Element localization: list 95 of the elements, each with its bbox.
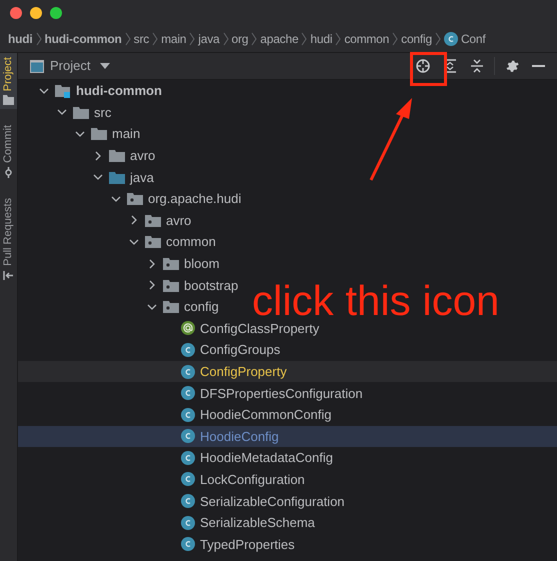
class-icon [444, 32, 458, 46]
tree-item[interactable]: main [112, 126, 140, 142]
separator-icon [124, 32, 131, 46]
folder-icon [73, 106, 89, 119]
breadcrumb-item[interactable]: hudi-common [44, 30, 122, 48]
class-icon [181, 408, 195, 422]
chevron-icon[interactable] [147, 280, 157, 290]
breadcrumb-item[interactable]: common [344, 30, 390, 48]
close-button[interactable] [10, 6, 22, 18]
tree-item[interactable]: HoodieMetadataConfig [200, 450, 333, 466]
side-tab[interactable]: Project [0, 53, 17, 110]
class-icon [181, 429, 195, 444]
class-icon [181, 364, 195, 379]
separator-icon [222, 32, 228, 46]
tree-item[interactable]: src [94, 104, 112, 120]
chevron-icon[interactable] [129, 236, 139, 247]
dropdown-icon[interactable] [100, 63, 110, 69]
separator-icon [36, 32, 42, 46]
annotation-type-icon [181, 321, 195, 336]
folder-icon [91, 127, 107, 140]
chevron-icon[interactable] [39, 86, 49, 96]
separator-icon [301, 32, 308, 46]
tree-item[interactable]: ConfigProperty [200, 364, 287, 380]
package-icon [163, 300, 179, 314]
chevron-icon[interactable] [147, 302, 157, 312]
crosshair-icon [416, 59, 430, 73]
tree-item[interactable]: avro [130, 148, 156, 164]
settings-icon [505, 59, 519, 73]
chevron-icon[interactable] [147, 258, 157, 269]
breadcrumb-item[interactable]: Conf [460, 30, 486, 48]
annotation-text: click this icon [252, 280, 500, 322]
chevron-icon[interactable] [93, 172, 103, 182]
side-tab[interactable]: Pull Requests [0, 194, 17, 286]
separator-icon [434, 32, 441, 46]
tree-item[interactable]: bootstrap [184, 278, 238, 293]
commit-icon [3, 167, 14, 178]
tree-item[interactable]: ConfigGroups [200, 342, 280, 358]
tree-item[interactable]: hudi-common [76, 83, 162, 98]
tree-item[interactable]: config [184, 299, 219, 314]
folder-icon [3, 95, 14, 106]
tree-item[interactable]: bloom [184, 256, 220, 272]
tree-item[interactable]: org.apache.hudi [148, 191, 242, 206]
package-icon [163, 278, 179, 292]
class-icon [181, 494, 195, 508]
tree-item[interactable]: avro [166, 212, 192, 228]
module-folder-icon [55, 84, 71, 98]
class-icon [181, 537, 195, 552]
separator-icon [152, 32, 158, 46]
chevron-icon[interactable] [93, 150, 103, 161]
breadcrumb-item[interactable]: src [134, 30, 150, 48]
minimize-icon [532, 65, 544, 67]
class-icon [181, 516, 195, 530]
package-icon [127, 192, 143, 206]
class-icon [181, 342, 195, 357]
pull-request-icon [3, 270, 14, 282]
breadcrumb-item[interactable]: java [198, 30, 220, 48]
package-icon [145, 235, 161, 248]
separator-icon [335, 32, 342, 46]
breadcrumb-item[interactable]: hudi [8, 30, 33, 48]
class-icon [181, 472, 195, 486]
breadcrumb-item[interactable]: main [161, 30, 186, 48]
chevron-icon[interactable] [57, 107, 67, 118]
breadcrumb-item[interactable]: config [401, 30, 432, 48]
tree-item[interactable]: DFSPropertiesConfiguration [200, 386, 363, 401]
tree-item[interactable]: ConfigClassProperty [200, 320, 320, 336]
tree-item[interactable]: SerializableConfiguration [200, 494, 345, 509]
side-tab[interactable]: Commit [0, 121, 17, 182]
tree-item[interactable]: common [166, 234, 216, 250]
chevron-icon[interactable] [129, 215, 139, 226]
tree-item[interactable]: TypedProperties [200, 536, 295, 552]
folder-icon [109, 170, 125, 184]
separator-icon [189, 32, 196, 46]
panel-title[interactable]: Project [50, 56, 90, 76]
chevron-icon[interactable] [111, 194, 121, 204]
package-icon [145, 214, 161, 227]
zoom-button[interactable] [50, 6, 62, 18]
breadcrumb-item[interactable]: hudi [310, 30, 332, 48]
minimize-button[interactable] [30, 6, 42, 18]
package-icon [163, 257, 179, 270]
collapse-all-icon [470, 59, 484, 73]
class-icon [181, 386, 195, 400]
breadcrumb-item[interactable]: apache [260, 30, 298, 48]
tree-item[interactable]: LockConfiguration [200, 472, 305, 487]
highlight-rectangle [410, 52, 447, 86]
tree-item[interactable]: HoodieConfig [200, 428, 279, 444]
tree-item[interactable]: HoodieCommonConfig [200, 407, 332, 422]
chevron-icon[interactable] [75, 128, 85, 139]
class-icon [181, 450, 195, 465]
tree-item[interactable]: SerializableSchema [200, 515, 315, 530]
breadcrumb-item[interactable]: org [232, 30, 248, 48]
separator-icon [392, 32, 398, 46]
window-icon [30, 60, 44, 72]
tree-item[interactable]: java [130, 170, 154, 185]
separator-icon [251, 32, 258, 46]
folder-icon [109, 149, 125, 162]
